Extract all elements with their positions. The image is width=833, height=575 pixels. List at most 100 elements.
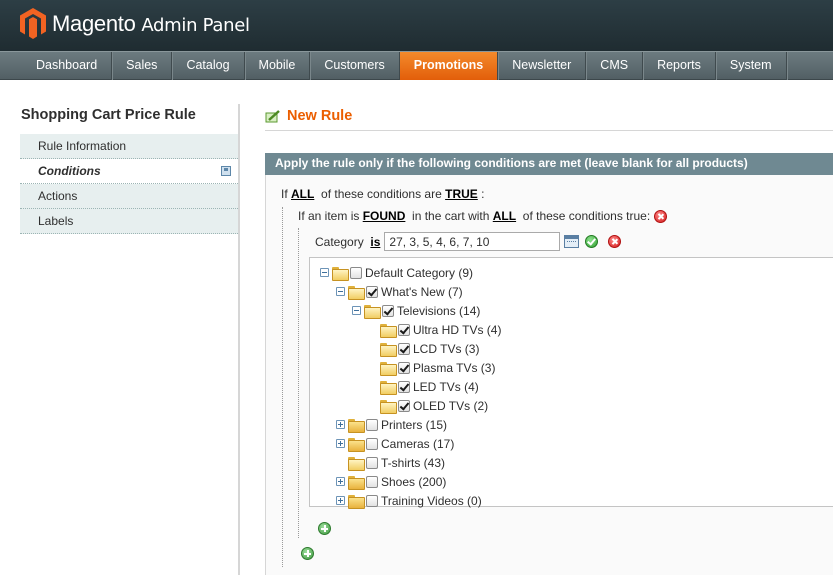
category-checkbox[interactable] [398,361,410,374]
tree-node: Ultra HD TVs (4) [368,320,501,339]
tab-label: Actions [38,189,78,203]
aggregator-select[interactable]: ALL [291,187,314,201]
category-label[interactable]: Training Videos (0) [381,494,482,508]
tree-node: What's New (7) [336,282,463,301]
category-label[interactable]: OLED TVs (2) [413,399,488,413]
conditions-fieldset: If ALL of these conditions are TRUE : If… [265,175,833,575]
category-checkbox[interactable] [398,342,410,355]
category-checkbox[interactable] [398,399,410,412]
remove-condition-icon[interactable] [653,210,667,224]
nav-system[interactable]: System [716,52,787,80]
folder-icon [380,380,397,395]
found-middle: in the cart with [412,209,490,223]
tree-node: Printers (15) [336,415,447,434]
category-label[interactable]: T-shirts (43) [381,456,445,470]
header: Magento Admin Panel [0,0,833,51]
folder-icon [380,342,397,357]
category-checkbox[interactable] [398,380,410,393]
category-label[interactable]: Shoes (200) [381,475,446,489]
open-chooser-icon[interactable] [564,235,580,248]
tree-node: Training Videos (0) [336,491,482,510]
root-suffix: : [481,187,485,201]
expand-icon[interactable] [336,496,345,505]
nav-cms[interactable]: CMS [586,52,644,80]
category-label[interactable]: Televisions (14) [397,304,480,318]
tree-node: Plasma TVs (3) [368,358,495,377]
category-condition: Category is [315,232,622,251]
category-label[interactable]: Default Category (9) [365,266,473,280]
nav-dashboard[interactable]: Dashboard [22,52,113,80]
category-checkbox[interactable] [366,437,378,450]
tab-actions[interactable]: Actions [20,184,240,209]
logo-text: Magento Admin Panel [52,10,250,36]
add-condition-icon[interactable] [318,522,331,535]
category-checkbox[interactable] [366,494,378,507]
root-prefix: If [281,187,288,201]
nav-reports[interactable]: Reports [643,52,716,80]
expand-icon[interactable] [336,420,345,429]
value-select[interactable]: TRUE [445,187,478,201]
nav-sales[interactable]: Sales [112,52,173,80]
folder-icon [332,266,349,281]
tab-rule-information[interactable]: Rule Information [20,134,240,159]
tab-labels[interactable]: Labels [20,209,240,234]
tree-node: OLED TVs (2) [368,396,488,415]
operator-select[interactable]: is [370,235,380,249]
logo-subtitle: Admin Panel [141,14,250,36]
nav-promotions[interactable]: Promotions [399,52,499,80]
folder-icon [380,361,397,376]
expand-icon[interactable] [336,439,345,448]
nav-customers[interactable]: Customers [310,52,400,80]
page-header: New Rule [265,106,833,131]
folder-icon [364,304,381,319]
category-label[interactable]: LED TVs (4) [413,380,479,394]
remove-condition-icon[interactable] [608,235,622,248]
tab-label: Labels [38,214,74,228]
category-tree: Default Category (9) What's New (7) Televi… [309,257,833,510]
found-select[interactable]: FOUND [363,209,406,223]
tree-node: Shoes (200) [336,472,446,491]
category-checkbox[interactable] [382,304,394,317]
collapse-icon[interactable] [320,268,329,277]
tab-conditions[interactable]: Conditions [20,159,240,184]
add-condition-icon[interactable] [301,547,314,560]
found-aggregator-select[interactable]: ALL [493,209,516,223]
category-label[interactable]: What's New (7) [381,285,463,299]
sidebar: Shopping Cart Price Rule Rule Informatio… [0,80,240,575]
tree-node: Default Category (9) [320,263,473,282]
expand-icon[interactable] [336,477,345,486]
collapse-icon[interactable] [352,306,361,315]
category-label[interactable]: Plasma TVs (3) [413,361,495,375]
category-label[interactable]: LCD TVs (3) [413,342,479,356]
sidebar-tabs: Rule Information Conditions Actions Labels [20,134,240,234]
nav-catalog[interactable]: Catalog [172,52,245,80]
folder-icon [380,323,397,338]
tree-guide-line [298,228,299,538]
category-checkbox[interactable] [398,323,410,336]
category-checkbox[interactable] [366,418,378,431]
category-value-input[interactable] [384,232,561,251]
nav-mobile[interactable]: Mobile [245,52,311,80]
category-label[interactable]: Cameras (17) [381,437,454,451]
category-checkbox[interactable] [366,456,378,469]
apply-icon[interactable] [585,235,599,248]
category-checkbox[interactable] [350,266,362,279]
tab-label: Rule Information [38,139,127,153]
collapse-icon[interactable] [336,287,345,296]
category-checkbox[interactable] [366,285,378,298]
logo[interactable]: Magento Admin Panel [20,8,250,39]
root-condition: If ALL of these conditions are TRUE : [281,187,484,201]
tree-guide-line [282,207,283,567]
root-middle: of these conditions are [321,187,442,201]
category-label[interactable]: Ultra HD TVs (4) [413,323,501,337]
nav-newsletter[interactable]: Newsletter [498,52,587,80]
category-checkbox[interactable] [366,475,378,488]
folder-icon [348,418,365,433]
folder-icon [380,399,397,414]
category-label[interactable]: Printers (15) [381,418,447,432]
